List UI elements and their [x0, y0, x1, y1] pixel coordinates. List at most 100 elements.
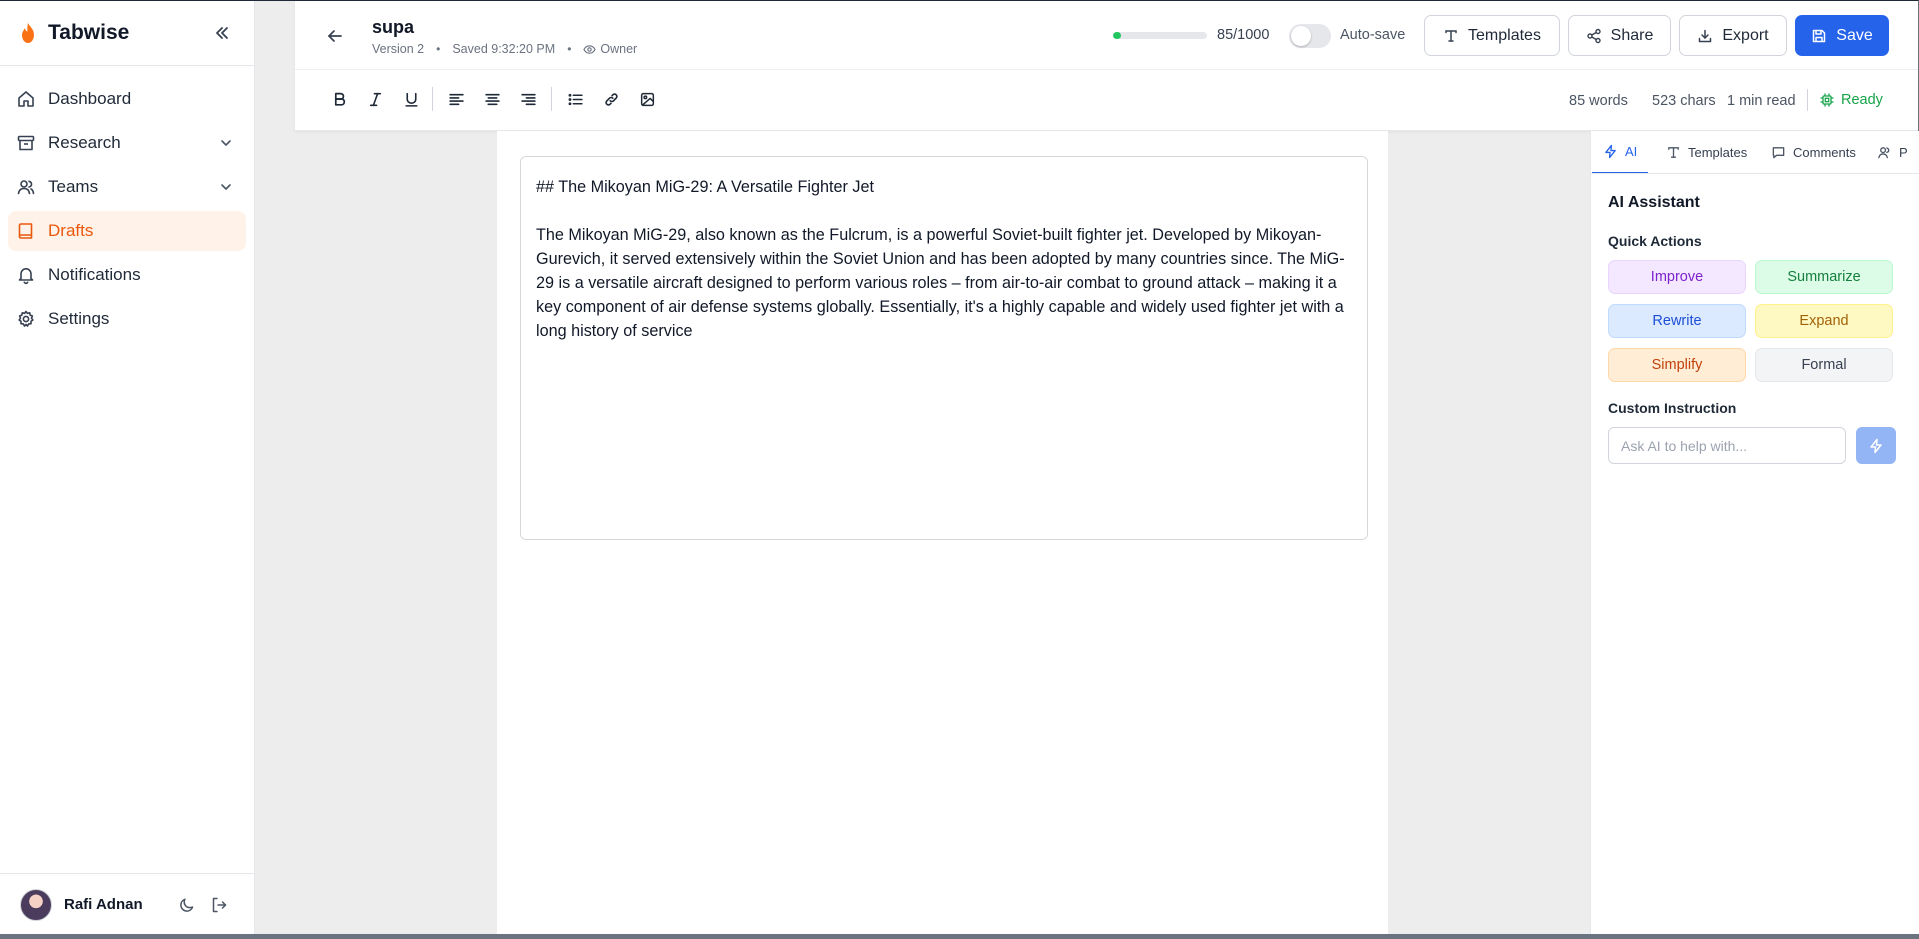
- collapse-sidebar-icon[interactable]: [212, 23, 232, 43]
- archive-icon: [16, 133, 36, 153]
- back-arrow-icon[interactable]: [325, 26, 345, 46]
- sidebar-nav: Dashboard Research Teams Drafts Notifica…: [0, 66, 254, 339]
- align-left-icon[interactable]: [444, 87, 468, 111]
- align-center-icon[interactable]: [480, 87, 504, 111]
- tab-ai[interactable]: AI: [1592, 131, 1649, 173]
- summarize-button[interactable]: Summarize: [1755, 260, 1893, 294]
- text-type-icon: [1443, 28, 1459, 44]
- sidebar-item-label: Settings: [48, 309, 110, 328]
- templates-button-label: Templates: [1468, 26, 1541, 44]
- status-label: Ready: [1841, 92, 1883, 108]
- sidebar-item-label: Dashboard: [48, 89, 132, 108]
- rewrite-button[interactable]: Rewrite: [1608, 304, 1746, 338]
- user-bar: Rafi Adnan: [0, 873, 255, 935]
- moon-icon[interactable]: [178, 896, 196, 914]
- panel-title: AI Assistant: [1608, 194, 1700, 211]
- sidebar-item-teams[interactable]: Teams: [8, 167, 246, 207]
- cpu-chip-icon: [1820, 93, 1834, 107]
- tab-label: P: [1899, 145, 1908, 160]
- eye-icon: [583, 43, 597, 56]
- lightning-icon: [1870, 438, 1882, 453]
- save-button-label: Save: [1836, 26, 1873, 44]
- align-right-icon[interactable]: [516, 87, 540, 111]
- editor-body-paragraph: The Mikoyan MiG-29, also known as the Fu…: [536, 226, 1345, 340]
- sidebar-item-research[interactable]: Research: [8, 123, 246, 163]
- role-label: Owner: [600, 42, 638, 56]
- sidebar-item-label: Teams: [48, 177, 99, 196]
- export-button-label: Export: [1722, 26, 1769, 44]
- meta-separator: •: [567, 42, 572, 56]
- brand-header: Tabwise: [0, 1, 254, 66]
- bold-icon[interactable]: [327, 87, 351, 111]
- status-indicator: Ready: [1819, 92, 1883, 108]
- autosave-label: Auto-save: [1340, 27, 1406, 43]
- editor-header: supa Version 2 • Saved 9:32:20 PM • Owne…: [295, 1, 1918, 131]
- formal-button[interactable]: Formal: [1755, 348, 1893, 382]
- expand-button[interactable]: Expand: [1755, 304, 1893, 338]
- download-icon: [1697, 28, 1713, 44]
- word-goal-progress: [1113, 32, 1207, 39]
- ai-side-panel: AI Templates Comments P AI Assistant Qui…: [1590, 131, 1919, 935]
- tab-people[interactable]: P: [1877, 131, 1908, 173]
- link-icon[interactable]: [599, 87, 623, 111]
- tab-label: Comments: [1793, 145, 1856, 160]
- underline-icon[interactable]: [399, 87, 423, 111]
- bullet-list-icon[interactable]: [563, 87, 587, 111]
- logout-icon[interactable]: [210, 896, 228, 914]
- toggle-knob: [1291, 26, 1311, 46]
- users-icon: [16, 177, 36, 197]
- sidebar-item-settings[interactable]: Settings: [8, 299, 246, 339]
- improve-button[interactable]: Improve: [1608, 260, 1746, 294]
- book-icon: [16, 221, 36, 241]
- share-button[interactable]: Share: [1568, 15, 1671, 56]
- bell-icon: [16, 265, 36, 285]
- lightning-icon: [1605, 144, 1616, 159]
- app-window: Tabwise Dashboard Research Teams Drafts …: [0, 0, 1919, 935]
- app-name: Tabwise: [48, 21, 130, 44]
- floppy-disk-icon: [1811, 28, 1827, 44]
- version-label: Version 2: [372, 42, 425, 56]
- editor-heading-line: ## The Mikoyan MiG-29: A Versatile Fight…: [536, 178, 874, 196]
- ai-send-button[interactable]: [1856, 427, 1896, 464]
- ai-instruction-input[interactable]: [1608, 427, 1846, 464]
- gear-icon: [16, 309, 36, 329]
- word-count: 85 words: [1569, 93, 1628, 109]
- text-type-icon: [1668, 147, 1679, 158]
- home-icon: [16, 89, 36, 109]
- export-button[interactable]: Export: [1679, 15, 1787, 56]
- italic-icon[interactable]: [363, 87, 387, 111]
- custom-instruction-heading: Custom Instruction: [1608, 400, 1737, 416]
- window-bottom-edge: [0, 934, 1919, 939]
- image-icon[interactable]: [635, 87, 659, 111]
- formatting-toolbar: 85 words 523 chars 1 min read Ready: [295, 71, 1918, 131]
- sidebar-item-notifications[interactable]: Notifications: [8, 255, 246, 295]
- saved-time: Saved 9:32:20 PM: [452, 42, 556, 56]
- save-button[interactable]: Save: [1795, 15, 1889, 56]
- sidebar-item-drafts[interactable]: Drafts: [8, 211, 246, 251]
- quick-actions-heading: Quick Actions: [1608, 233, 1702, 249]
- chevron-down-icon: [218, 135, 234, 151]
- sidebar: Tabwise Dashboard Research Teams Drafts …: [0, 1, 255, 935]
- tab-templates[interactable]: Templates: [1666, 131, 1748, 173]
- avatar[interactable]: [20, 888, 52, 921]
- meta-separator: •: [436, 42, 441, 56]
- sidebar-item-label: Research: [48, 133, 121, 152]
- word-goal-progress-fill: [1113, 32, 1121, 39]
- autosave-toggle[interactable]: [1289, 24, 1331, 48]
- tab-label: AI: [1625, 144, 1638, 159]
- read-time: 1 min read: [1727, 93, 1796, 109]
- document-editor[interactable]: ## The Mikoyan MiG-29: A Versatile Fight…: [520, 156, 1368, 540]
- toolbar-divider: [432, 87, 433, 111]
- templates-button[interactable]: Templates: [1424, 15, 1560, 56]
- char-count: 523 chars: [1652, 93, 1716, 109]
- tab-label: Templates: [1688, 145, 1748, 160]
- sidebar-item-label: Notifications: [48, 265, 141, 284]
- users-icon: [1878, 147, 1890, 159]
- simplify-button[interactable]: Simplify: [1608, 348, 1746, 382]
- word-goal-label: 85/1000: [1217, 27, 1270, 43]
- flame-logo-icon: [18, 22, 38, 44]
- toolbar-divider: [1807, 89, 1808, 111]
- sidebar-item-dashboard[interactable]: Dashboard: [8, 79, 246, 119]
- tab-comments[interactable]: Comments: [1771, 131, 1856, 173]
- document-meta: Version 2 • Saved 9:32:20 PM • Owner: [372, 42, 637, 56]
